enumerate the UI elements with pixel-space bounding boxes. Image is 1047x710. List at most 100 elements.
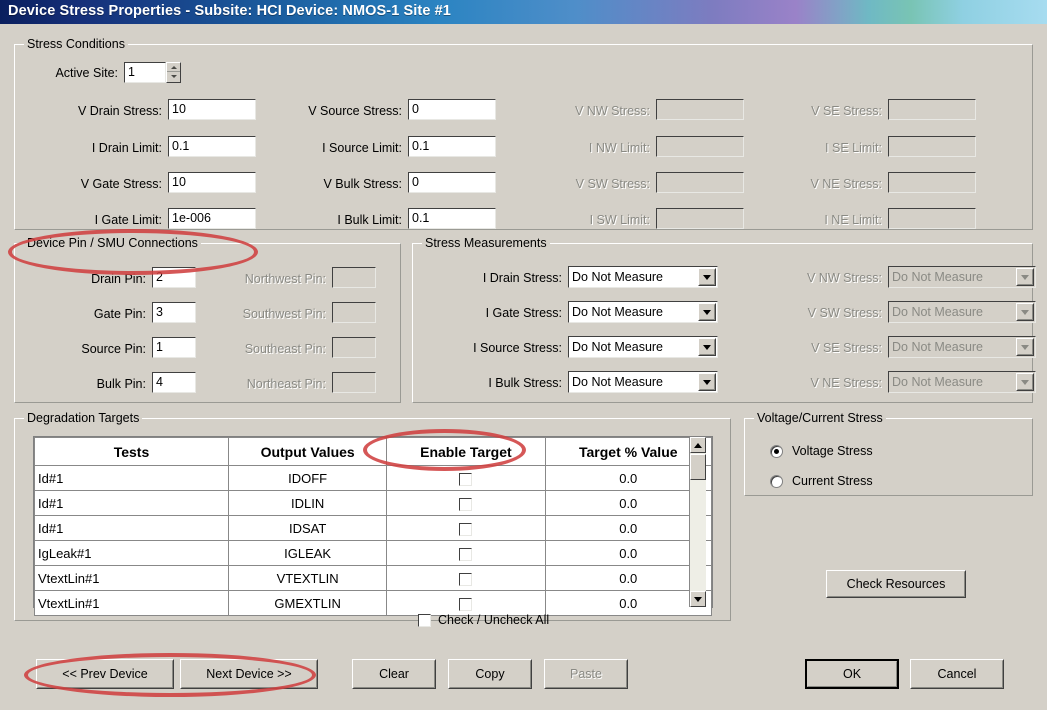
cell-target[interactable]: 0.0 [544, 490, 713, 516]
label-gate-pin: Gate Pin: [93, 307, 146, 321]
check-uncheck-all-row[interactable]: Check / Uncheck All [418, 613, 549, 628]
prev-device-button[interactable]: << Prev Device [36, 659, 174, 689]
enable-target-checkbox[interactable] [459, 522, 473, 536]
scrollbar-thumb[interactable] [690, 454, 706, 480]
check-resources-button[interactable]: Check Resources [826, 570, 966, 598]
radio-selected-icon[interactable] [770, 445, 783, 458]
chevron-down-icon[interactable] [698, 268, 716, 286]
input-v-drain-stress[interactable]: 10 [168, 99, 256, 120]
ok-button[interactable]: OK [805, 659, 899, 689]
input-southwest-pin [332, 302, 376, 323]
cell-target[interactable]: 0.0 [544, 590, 713, 616]
next-device-button[interactable]: Next Device >> [180, 659, 318, 689]
label-v-sw-stress-meas: V SW Stress: [807, 306, 882, 320]
cell-output: IDLIN [227, 490, 388, 516]
input-v-source-stress[interactable]: 0 [408, 99, 496, 120]
label-i-gate-limit: I Gate Limit: [94, 213, 162, 227]
cell-test: IgLeak#1 [34, 540, 229, 566]
input-gate-pin[interactable]: 3 [152, 302, 196, 323]
clear-button[interactable]: Clear [352, 659, 436, 689]
column-header-tests[interactable]: Tests [34, 437, 229, 466]
label-i-sw-limit: I SW Limit: [589, 213, 650, 227]
combo-i-drain-stress[interactable]: Do Not Measure [568, 266, 718, 288]
cell-target[interactable]: 0.0 [544, 465, 713, 491]
enable-target-checkbox[interactable] [459, 472, 473, 486]
cell-target[interactable]: 0.0 [544, 540, 713, 566]
label-v-nw-stress: V NW Stress: [574, 104, 650, 118]
active-site-input[interactable]: 1 [124, 62, 166, 83]
input-i-bulk-limit[interactable]: 0.1 [408, 208, 496, 229]
table-row[interactable]: Id#1 IDOFF 0.0 [34, 465, 713, 491]
column-header-enable-target[interactable]: Enable Target [386, 437, 546, 466]
degradation-targets-table[interactable]: Tests Output Values Enable Target Target… [33, 436, 713, 616]
check-uncheck-all-checkbox[interactable] [418, 614, 431, 628]
label-source-pin: Source Pin: [81, 342, 146, 356]
enable-target-checkbox[interactable] [459, 547, 473, 561]
input-source-pin[interactable]: 1 [152, 337, 196, 358]
table-row[interactable]: VtextLin#1 VTEXTLIN 0.0 [34, 565, 713, 591]
cell-enable[interactable] [386, 590, 546, 616]
label-i-nw-limit: I NW Limit: [588, 141, 650, 155]
input-drain-pin[interactable]: 2 [152, 267, 196, 288]
input-southeast-pin [332, 337, 376, 358]
window-title: Device Stress Properties - Subsite: HCI … [8, 3, 451, 19]
label-i-bulk-stress-meas: I Bulk Stress: [488, 376, 562, 390]
stress-measurements-legend: Stress Measurements [422, 236, 550, 250]
label-southwest-pin: Southwest Pin: [242, 307, 326, 321]
cell-enable[interactable] [386, 515, 546, 541]
input-i-drain-limit[interactable]: 0.1 [168, 136, 256, 157]
input-v-gate-stress[interactable]: 10 [168, 172, 256, 193]
table-row[interactable]: Id#1 IDLIN 0.0 [34, 490, 713, 516]
cell-output: GMEXTLIN [227, 590, 388, 616]
cell-test: VtextLin#1 [34, 590, 229, 616]
table-row[interactable]: VtextLin#1 GMEXTLIN 0.0 [34, 590, 713, 616]
cell-enable[interactable] [386, 540, 546, 566]
chevron-down-icon [1016, 268, 1034, 286]
radio-unselected-icon[interactable] [770, 475, 783, 488]
enable-target-checkbox[interactable] [459, 497, 473, 511]
spinner-up-icon[interactable] [167, 63, 180, 72]
enable-target-checkbox[interactable] [459, 597, 473, 611]
stress-conditions-legend: Stress Conditions [24, 37, 128, 51]
label-v-sw-stress: V SW Stress: [575, 177, 650, 191]
cell-enable[interactable] [386, 465, 546, 491]
scroll-down-arrow-icon[interactable] [690, 591, 706, 607]
active-site-spinner[interactable] [166, 62, 181, 83]
combo-i-source-stress[interactable]: Do Not Measure [568, 336, 718, 358]
cancel-button[interactable]: Cancel [910, 659, 1004, 689]
enable-target-checkbox[interactable] [459, 572, 473, 586]
cell-output: VTEXTLIN [227, 565, 388, 591]
input-i-gate-limit[interactable]: 1e-006 [168, 208, 256, 229]
cell-target[interactable]: 0.0 [544, 565, 713, 591]
table-vertical-scrollbar[interactable] [689, 437, 706, 607]
cell-enable[interactable] [386, 490, 546, 516]
column-header-target-percent-value[interactable]: Target % Value [544, 437, 713, 466]
table-row[interactable]: IgLeak#1 IGLEAK 0.0 [34, 540, 713, 566]
input-v-se-stress [888, 99, 976, 120]
combo-i-bulk-stress[interactable]: Do Not Measure [568, 371, 718, 393]
table-row[interactable]: Id#1 IDSAT 0.0 [34, 515, 713, 541]
label-v-nw-stress-meas: V NW Stress: [806, 271, 882, 285]
copy-button[interactable]: Copy [448, 659, 532, 689]
label-v-se-stress: V SE Stress: [811, 104, 882, 118]
cell-output: IGLEAK [227, 540, 388, 566]
label-v-gate-stress: V Gate Stress: [80, 177, 162, 191]
paste-button: Paste [544, 659, 628, 689]
cell-target[interactable]: 0.0 [544, 515, 713, 541]
label-v-ne-stress: V NE Stress: [810, 177, 882, 191]
input-v-bulk-stress[interactable]: 0 [408, 172, 496, 193]
label-v-source-stress: V Source Stress: [308, 104, 402, 118]
scroll-up-arrow-icon[interactable] [690, 437, 706, 453]
input-bulk-pin[interactable]: 4 [152, 372, 196, 393]
label-v-ne-stress-meas: V NE Stress: [810, 376, 882, 390]
label-southeast-pin: Southeast Pin: [244, 342, 326, 356]
combo-i-gate-stress[interactable]: Do Not Measure [568, 301, 718, 323]
chevron-down-icon[interactable] [698, 338, 716, 356]
cell-enable[interactable] [386, 565, 546, 591]
column-header-output-values[interactable]: Output Values [227, 437, 388, 466]
chevron-down-icon[interactable] [698, 303, 716, 321]
input-i-source-limit[interactable]: 0.1 [408, 136, 496, 157]
chevron-down-icon[interactable] [698, 373, 716, 391]
table-header-row: Tests Output Values Enable Target Target… [34, 437, 713, 466]
spinner-down-icon[interactable] [167, 72, 180, 80]
